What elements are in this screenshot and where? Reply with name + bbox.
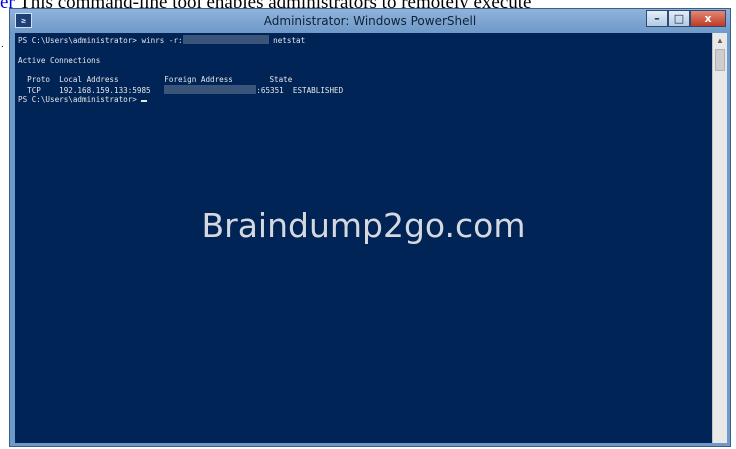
maximize-icon[interactable]: □ [668,10,690,27]
text-cursor [141,100,148,102]
redacted-foreign-address [164,85,257,94]
console-output[interactable]: PS C:\Users\administrator> winrs -r: net… [15,33,712,443]
scrollbar-thumb[interactable] [715,49,725,71]
vertical-scrollbar[interactable]: ▲ [712,33,727,443]
close-icon[interactable]: x [690,10,726,27]
command-suffix: netstat [268,36,306,45]
prompt-text: PS C:\Users\administrator> [18,95,142,104]
bullet-dot: . [1,39,4,50]
watermark-text: Braindump2go.com [201,206,526,245]
row-right: :65351 ESTABLISHED [256,86,344,95]
console-line-command: PS C:\Users\administrator> winrs -r: net… [18,35,305,47]
scroll-up-icon[interactable]: ▲ [713,33,727,48]
console-line-prompt: PS C:\Users\administrator> [18,95,148,106]
row-left: TCP 192.168.159.133:5985 [18,86,165,95]
powershell-window: ≥ Administrator: Windows PowerShell – □ … [9,8,731,447]
console-line-active-connections: Active Connections [18,56,101,65]
title-bar[interactable]: ≥ Administrator: Windows PowerShell – □ … [10,9,730,33]
command-prefix: PS C:\Users\administrator> winrs -r: [18,36,183,45]
window-title: Administrator: Windows PowerShell [263,14,477,28]
minimize-icon[interactable]: – [646,10,668,27]
redacted-hostname [182,35,269,44]
